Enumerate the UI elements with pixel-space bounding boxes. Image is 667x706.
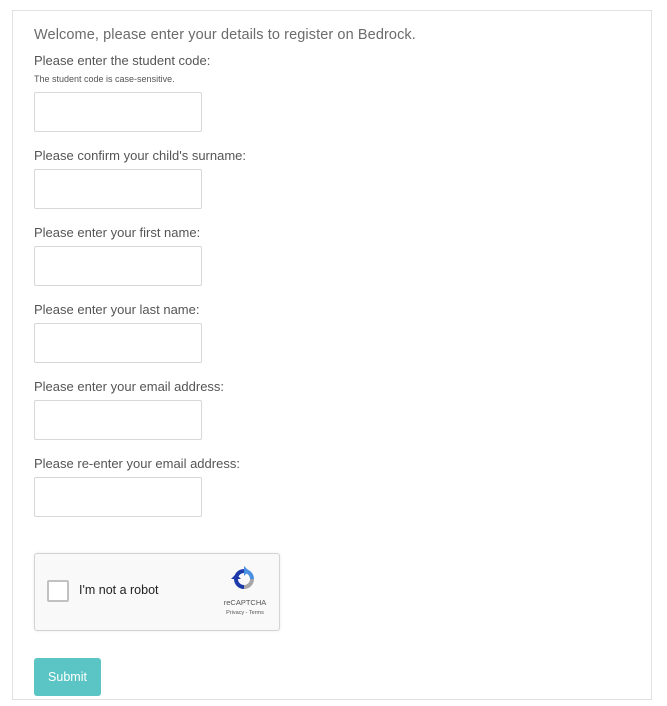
last-name-label: Please enter your last name: bbox=[34, 302, 200, 317]
child-surname-group: Please confirm your child's surname: bbox=[34, 148, 641, 209]
recaptcha-label: I'm not a robot bbox=[79, 583, 159, 597]
child-surname-input[interactable] bbox=[34, 169, 202, 209]
email-group: Please enter your email address: bbox=[34, 379, 641, 440]
recaptcha-checkbox[interactable] bbox=[47, 580, 69, 602]
confirm-email-input[interactable] bbox=[34, 477, 202, 517]
submit-button[interactable]: Submit bbox=[34, 658, 101, 696]
recaptcha-brand: reCAPTCHA bbox=[223, 598, 267, 607]
confirm-email-group: Please re-enter your email address: bbox=[34, 456, 641, 517]
last-name-group: Please enter your last name: bbox=[34, 302, 641, 363]
email-label: Please enter your email address: bbox=[34, 379, 225, 394]
student-code-group: Please enter the student code: The stude… bbox=[34, 53, 641, 132]
child-surname-label: Please confirm your child's surname: bbox=[34, 148, 247, 163]
recaptcha-logo-icon bbox=[231, 566, 254, 589]
welcome-text: Welcome, please enter your details to re… bbox=[34, 27, 416, 43]
first-name-label: Please enter your first name: bbox=[34, 225, 201, 240]
registration-panel: Welcome, please enter your details to re… bbox=[12, 10, 652, 700]
recaptcha-links: Privacy - Terms bbox=[217, 610, 273, 616]
confirm-email-label: Please re-enter your email address: bbox=[34, 456, 240, 471]
recaptcha-terms-link[interactable]: Terms bbox=[249, 610, 264, 616]
first-name-group: Please enter your first name: bbox=[34, 225, 641, 286]
student-code-input[interactable] bbox=[34, 92, 202, 132]
recaptcha-widget: I'm not a robot reCAPTCHA Privacy - Term… bbox=[34, 553, 280, 631]
student-code-hint: The student code is case-sensitive. bbox=[34, 74, 175, 84]
recaptcha-privacy-link[interactable]: Privacy bbox=[226, 610, 244, 616]
last-name-input[interactable] bbox=[34, 323, 202, 363]
registration-form: Welcome, please enter your details to re… bbox=[34, 27, 641, 533]
student-code-label: Please enter the student code: bbox=[34, 53, 211, 68]
first-name-input[interactable] bbox=[34, 246, 202, 286]
email-input[interactable] bbox=[34, 400, 202, 440]
